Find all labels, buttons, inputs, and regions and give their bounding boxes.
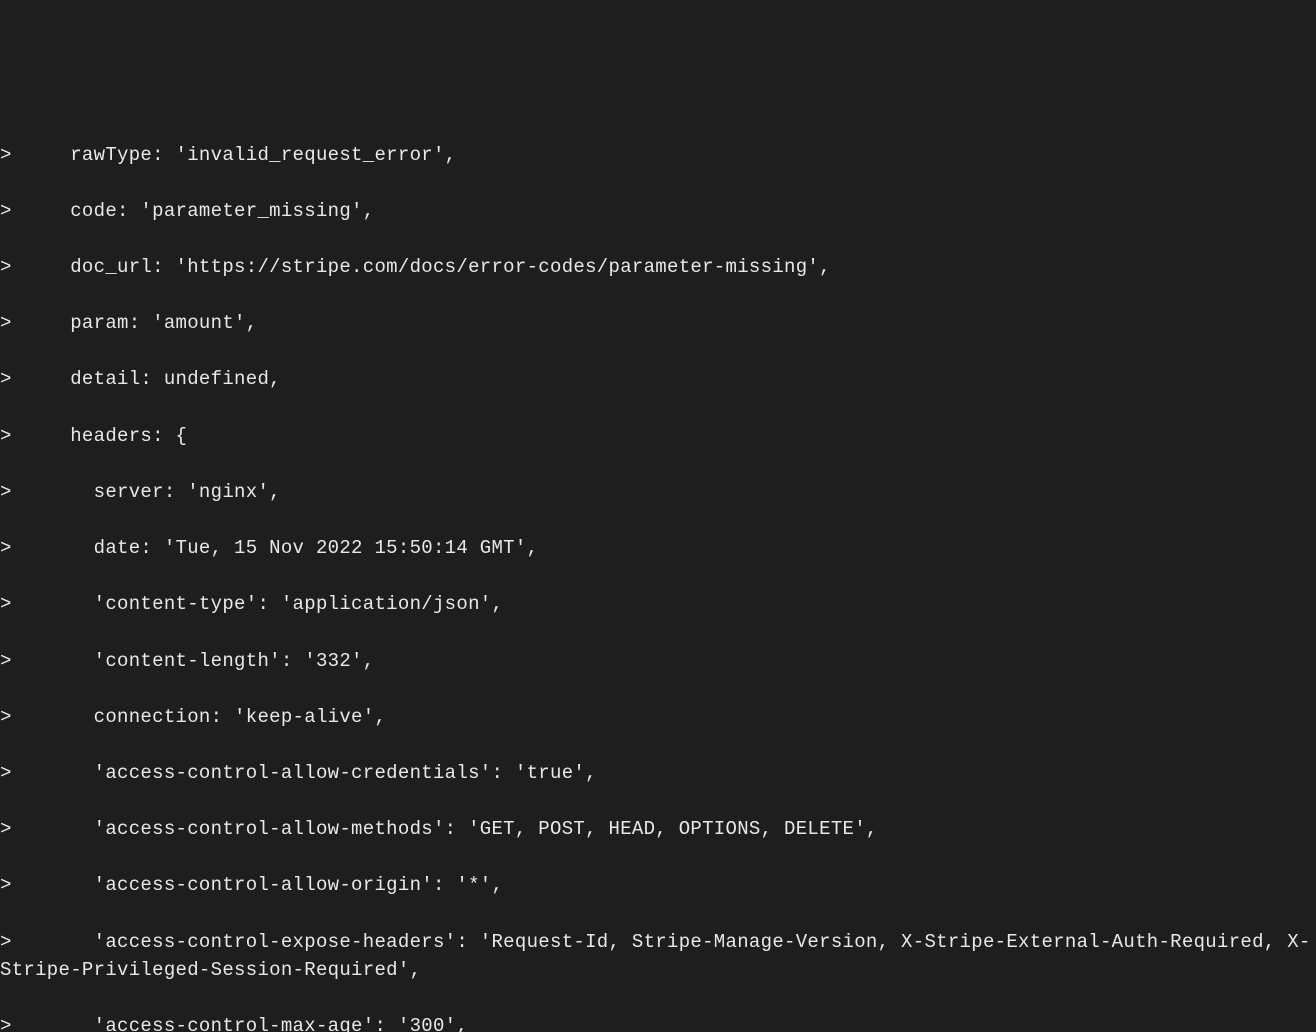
terminal-line: > 'content-type': 'application/json', [0, 590, 1316, 618]
terminal-line: > 'access-control-allow-credentials': 't… [0, 759, 1316, 787]
terminal-line: > doc_url: 'https://stripe.com/docs/erro… [0, 253, 1316, 281]
terminal-line: > headers: { [0, 422, 1316, 450]
terminal-line: > 'content-length': '332', [0, 647, 1316, 675]
terminal-line: > param: 'amount', [0, 309, 1316, 337]
terminal-line: > 'access-control-expose-headers': 'Requ… [0, 928, 1316, 984]
terminal-line: > detail: undefined, [0, 365, 1316, 393]
terminal-line: > date: 'Tue, 15 Nov 2022 15:50:14 GMT', [0, 534, 1316, 562]
terminal-line: > server: 'nginx', [0, 478, 1316, 506]
terminal-line: > rawType: 'invalid_request_error', [0, 141, 1316, 169]
terminal-line: > 'access-control-allow-origin': '*', [0, 871, 1316, 899]
terminal-line: > code: 'parameter_missing', [0, 197, 1316, 225]
terminal-line: > 'access-control-max-age': '300', [0, 1012, 1316, 1032]
terminal-line: > 'access-control-allow-methods': 'GET, … [0, 815, 1316, 843]
terminal-output[interactable]: > rawType: 'invalid_request_error', > co… [0, 112, 1316, 1032]
terminal-line: > connection: 'keep-alive', [0, 703, 1316, 731]
